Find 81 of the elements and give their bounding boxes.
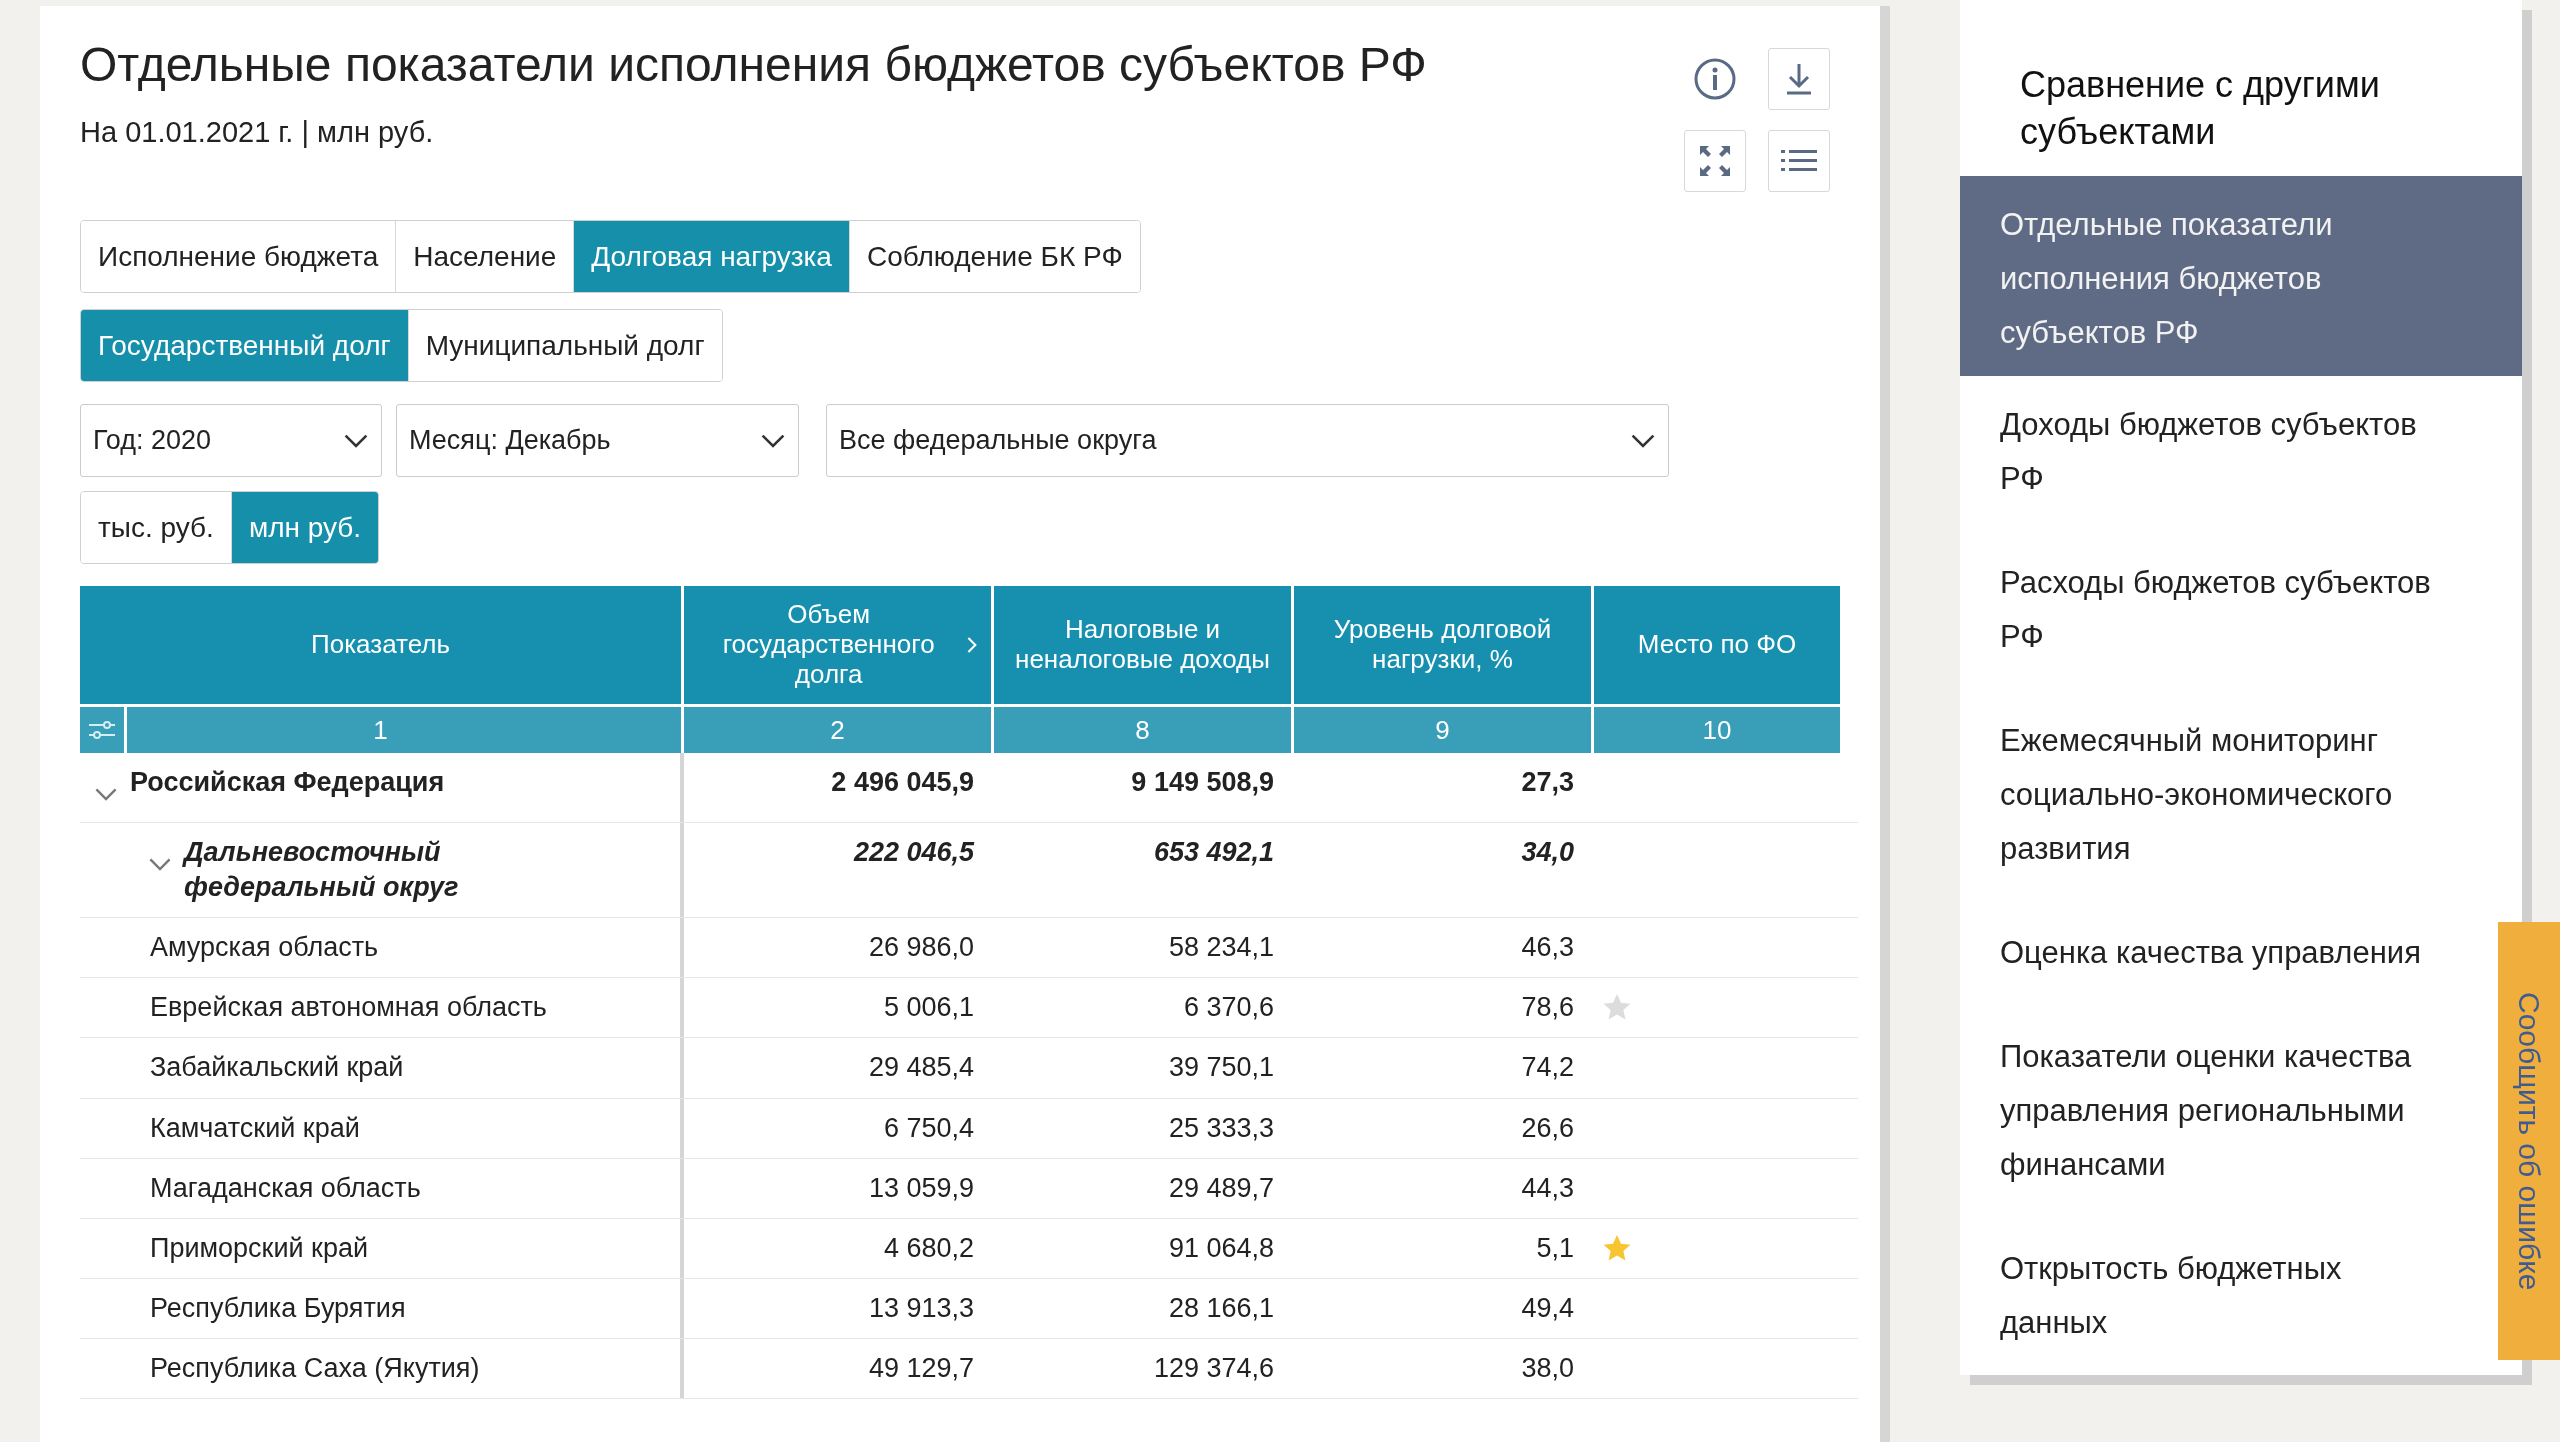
- table-cell-text: 4 680,2: [882, 1231, 975, 1265]
- chevron-down-icon: [94, 786, 118, 801]
- tab[interactable]: Государственный долг: [81, 310, 409, 381]
- table-cell-text: 28 166,1: [1167, 1291, 1275, 1325]
- row-label: Магаданская область: [150, 1171, 421, 1205]
- fullscreen-button[interactable]: [1684, 130, 1746, 192]
- table-cell-text: 49,4: [1520, 1291, 1575, 1325]
- table-cell-text: 91 064,8: [1167, 1231, 1275, 1265]
- sidebar-item[interactable]: Расходы бюджетов субъектов РФ: [1960, 541, 2490, 678]
- unit-toggle[interactable]: млн руб.: [231, 492, 379, 563]
- table-cell-text: 26,6: [1520, 1111, 1575, 1145]
- table-cell-text: 74,2: [1520, 1051, 1575, 1085]
- column-header: Показатель: [80, 586, 681, 704]
- table-cell-text: 653 492,1: [1152, 836, 1275, 870]
- table-cell-text: 34,0: [1520, 836, 1575, 870]
- table-cell-text: 49 129,7: [867, 1351, 975, 1385]
- column-number: 2: [830, 714, 845, 746]
- table-cell-text: 46,3: [1520, 931, 1575, 965]
- chevron-down-icon: [343, 432, 369, 449]
- chevron-down-icon: [760, 432, 786, 449]
- page-title: Отдельные показатели исполнения бюджетов субъектов РФ: [80, 37, 1427, 93]
- row-label: Камчатский край: [150, 1111, 360, 1145]
- page-subtitle: На 01.01.2021 г. | млн руб.: [80, 115, 435, 149]
- row-label: Еврейская автономная область: [150, 991, 547, 1025]
- sidebar-item[interactable]: Отдельные показатели исполнения бюджетов субъектов РФ: [1960, 175, 2522, 376]
- chevron-down-icon: [148, 856, 172, 872]
- table-cell-text: 27,3: [1520, 766, 1575, 799]
- column-header[interactable]: Объем государственного долга: [684, 586, 991, 704]
- list-button[interactable]: [1768, 130, 1830, 192]
- sidebar-item[interactable]: Открытость бюджетных данных: [1960, 1227, 2490, 1364]
- table-cell-text: 29 485,4: [867, 1051, 975, 1085]
- column-number: 1: [373, 714, 388, 746]
- column-number: 10: [1702, 714, 1732, 746]
- sidebar-item[interactable]: Доходы бюджетов субъектов РФ: [1960, 383, 2490, 520]
- table-cell-text: 38,0: [1520, 1351, 1575, 1385]
- column-header: Место по ФО: [1594, 586, 1840, 704]
- table-cell-text: 44,3: [1520, 1171, 1575, 1205]
- tab[interactable]: Долговая нагрузка: [574, 221, 850, 292]
- row-label[interactable]: Российская Федерация: [130, 765, 445, 801]
- sidebar-item[interactable]: Показатели оценки качества управления региональными финансами: [1960, 1015, 2490, 1206]
- tab[interactable]: Исполнение бюджета: [81, 221, 397, 292]
- column-header: Налоговые и неналоговые доходы: [994, 586, 1291, 704]
- table-cell-text: 6 750,4: [882, 1111, 975, 1145]
- column-number: 9: [1435, 714, 1450, 746]
- info-icon-glyph: [1693, 57, 1737, 101]
- table-cell-text: 5,1: [1535, 1231, 1575, 1265]
- table-cell-text: 26 986,0: [867, 931, 975, 965]
- chevron-down-icon: [1630, 432, 1656, 449]
- row-label[interactable]: Дальневосточный федеральный округ: [184, 835, 624, 906]
- unit-toggle[interactable]: тыс. руб.: [81, 492, 232, 563]
- sliders-icon: [87, 718, 117, 742]
- dropdown[interactable]: Все федеральные округа: [826, 404, 1669, 477]
- row-label: Республика Бурятия: [150, 1291, 406, 1325]
- sidebar-item[interactable]: Ежемесячный мониторинг социально-экономического развития: [1960, 699, 2490, 890]
- fullscreen-icon: [1698, 144, 1732, 178]
- table-cell-text: 58 234,1: [1167, 931, 1275, 965]
- row-label: Приморский край: [150, 1231, 368, 1265]
- dropdown[interactable]: Год: 2020: [80, 404, 382, 477]
- table-cell-text: 13 059,9: [867, 1171, 975, 1205]
- table-cell-text: 9 149 508,9: [1130, 766, 1275, 799]
- column-header: Уровень долговой нагрузки, %: [1294, 586, 1591, 704]
- table-cell-text: 2 496 045,9: [830, 766, 975, 799]
- download-button[interactable]: [1768, 48, 1830, 110]
- row-label: Забайкальский край: [150, 1051, 404, 1085]
- table-cell-text: 222 046,5: [852, 836, 976, 870]
- row-label: Республика Саха (Якутия): [150, 1351, 480, 1385]
- sidebar-title: Сравнение с другими субъектами: [2019, 63, 2381, 154]
- download-icon: [1784, 62, 1814, 96]
- table-cell-text: 78,6: [1520, 991, 1575, 1025]
- row-label: Амурская область: [150, 931, 379, 965]
- table-cell-text: 25 333,3: [1167, 1111, 1275, 1145]
- table-cell-text: 29 489,7: [1167, 1171, 1275, 1205]
- list-icon: [1781, 148, 1817, 174]
- table-cell-text: 129 374,6: [1152, 1351, 1275, 1385]
- column-number: 8: [1135, 714, 1150, 746]
- table-cell-text: 5 006,1: [882, 991, 975, 1025]
- table-cell-text: 39 750,1: [1167, 1051, 1275, 1085]
- sidebar-item[interactable]: Оценка качества управления: [1960, 911, 2490, 994]
- dropdown[interactable]: Месяц: Декабрь: [396, 404, 799, 477]
- table-cell-text: 13 913,3: [867, 1291, 975, 1325]
- table-cell-text: 6 370,6: [1182, 991, 1275, 1025]
